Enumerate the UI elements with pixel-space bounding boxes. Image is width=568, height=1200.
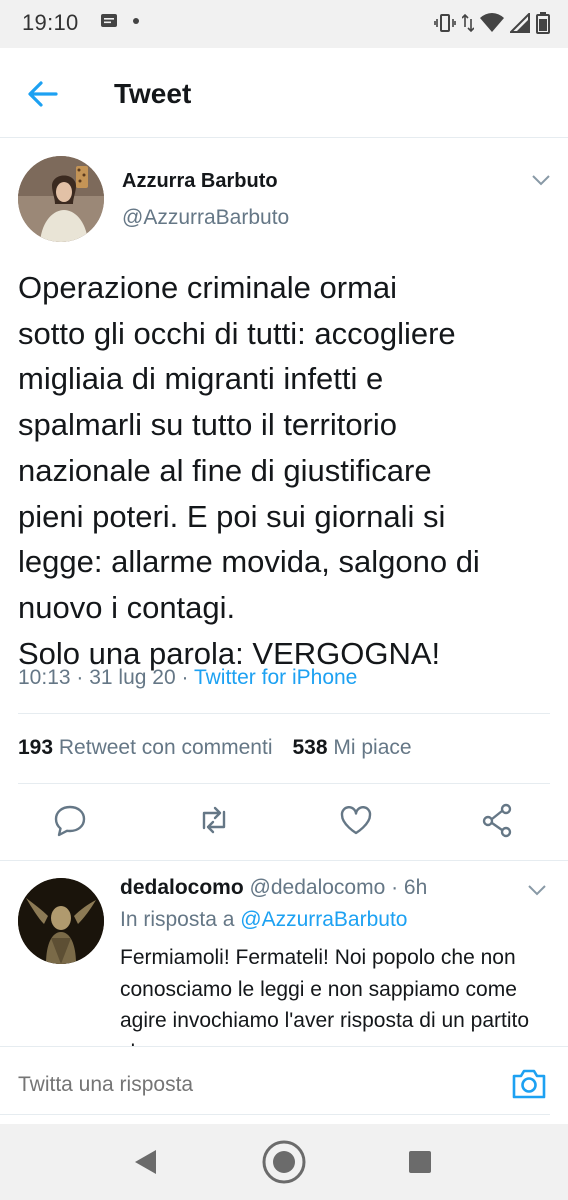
reply-text: Fermiamoli! Fermateli! Noi popolo che no… xyxy=(120,946,530,1046)
reply-icon xyxy=(54,805,86,837)
divider xyxy=(18,783,550,784)
reply-author-handle[interactable]: @dedalocomo xyxy=(250,876,386,899)
status-bar: 19:10 xyxy=(0,0,568,48)
data-arrows-icon xyxy=(462,13,474,33)
tweet-time: 10:13 xyxy=(18,666,71,689)
nav-back-button[interactable] xyxy=(122,1138,170,1186)
wifi-icon xyxy=(480,13,504,32)
message-icon xyxy=(101,14,117,27)
like-icon xyxy=(340,806,372,835)
square-recents-icon xyxy=(409,1151,431,1173)
status-time: 19:10 xyxy=(22,10,79,35)
reply-button[interactable] xyxy=(50,800,90,840)
author-avatar[interactable] xyxy=(18,156,104,242)
retweets-count: 193 xyxy=(18,736,54,759)
app-bar: Tweet xyxy=(0,48,568,138)
dot-icon xyxy=(133,18,139,24)
meta-separator: · xyxy=(70,666,90,689)
retweets-label: Retweet con commenti xyxy=(58,736,273,759)
page-title: Tweet xyxy=(114,78,192,109)
chevron-down-icon xyxy=(528,885,546,896)
tweet-stats: 193 Retweet con commenti 538 Mi piace xyxy=(18,736,412,760)
share-button[interactable] xyxy=(478,800,518,840)
nav-recents-button[interactable] xyxy=(396,1138,444,1186)
likes-stat[interactable]: 538 Mi piace xyxy=(292,736,411,760)
nav-home-button[interactable] xyxy=(260,1138,308,1186)
divider xyxy=(18,713,550,714)
likes-count: 538 xyxy=(292,736,328,759)
tweet-actions xyxy=(0,800,568,846)
triangle-back-icon xyxy=(135,1150,156,1174)
composer-underline xyxy=(0,1114,550,1115)
in-reply-to-label: In risposta a xyxy=(120,908,235,931)
camera-button[interactable] xyxy=(510,1067,548,1101)
tweet-source-link[interactable]: Twitter for iPhone xyxy=(194,666,357,689)
share-icon xyxy=(482,803,512,838)
battery-icon xyxy=(536,12,550,34)
reply-composer xyxy=(0,1046,568,1124)
back-button[interactable] xyxy=(22,74,62,114)
like-button[interactable] xyxy=(336,800,376,840)
chevron-down-icon xyxy=(532,175,550,186)
tweet-text: Operazione criminale ormai sotto gli occ… xyxy=(18,270,480,671)
tweet-meta: 10:13 · 31 lug 20 · Twitter for iPhone xyxy=(18,666,357,690)
home-circle-icon xyxy=(262,1140,306,1184)
reply-avatar[interactable] xyxy=(18,878,104,964)
section-divider xyxy=(0,860,568,861)
retweet-icon xyxy=(202,806,226,834)
retweets-stat[interactable]: 193 Retweet con commenti xyxy=(18,736,272,760)
in-reply-to: In risposta a @AzzurraBarbuto xyxy=(120,908,407,932)
reply-input[interactable] xyxy=(18,1073,289,1097)
retweet-button[interactable] xyxy=(194,800,234,840)
reply-author-name[interactable]: dedalocomo xyxy=(120,876,244,899)
signal-icon xyxy=(510,13,530,33)
likes-label: Mi piace xyxy=(333,736,412,759)
reply-menu-button[interactable] xyxy=(526,882,548,898)
reply-header: dedalocomo @dedalocomo · 6h xyxy=(120,876,427,900)
camera-icon xyxy=(512,1069,546,1099)
reply-time: · 6h xyxy=(391,876,428,899)
author-handle[interactable]: @AzzurraBarbuto xyxy=(122,206,289,230)
in-reply-to-mention[interactable]: @AzzurraBarbuto xyxy=(240,908,407,931)
vibrate-icon xyxy=(434,14,456,32)
tweet-date: 31 lug 20 xyxy=(89,666,176,689)
tweet-menu-button[interactable] xyxy=(530,172,552,188)
author-name[interactable]: Azzurra Barbuto xyxy=(122,170,278,193)
system-nav-bar xyxy=(0,1124,568,1200)
meta-separator: · xyxy=(175,666,194,689)
back-arrow-icon xyxy=(28,81,58,107)
